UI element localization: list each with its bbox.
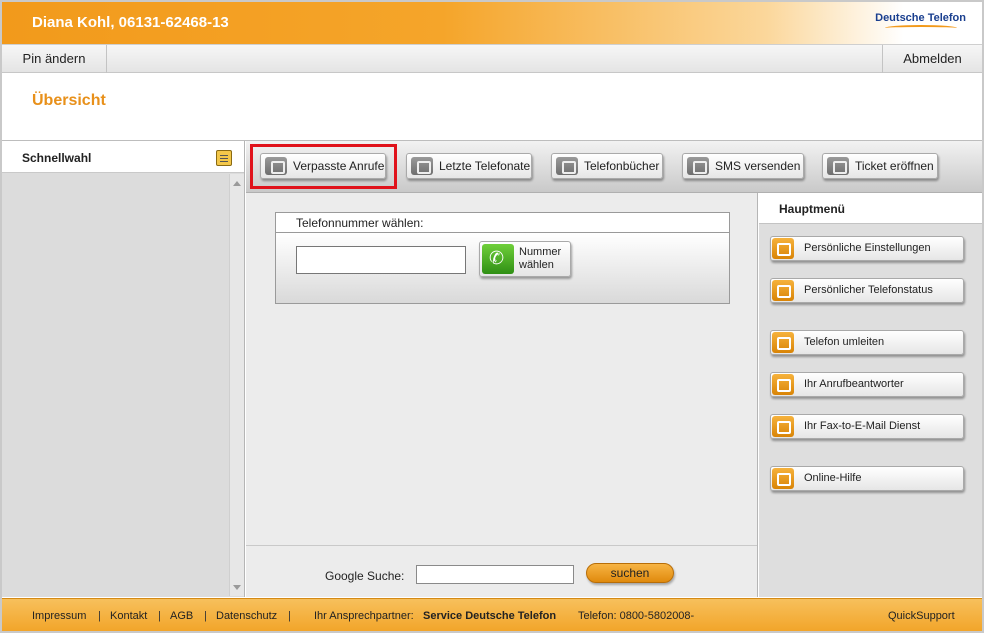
menu-voicemail[interactable]: Ihr Anrufbeantworter [770,372,964,397]
menu-item-label: Online-Hilfe [804,472,862,484]
main-content: Telefonnummer wählen: Nummerwählen Googl… [246,193,758,597]
main-menu-title: Hauptmenü [779,202,845,216]
menu-online-help[interactable]: Online-Hilfe [770,466,964,491]
redirect-icon [772,332,794,353]
recent-calls-button[interactable]: Letzte Telefonate [406,153,532,179]
dial-button-label: Nummer wählen [519,246,569,272]
footer-link-datenschutz[interactable]: Datenschutz [216,610,277,622]
phonebook-icon [556,157,578,175]
selection-highlight [250,144,397,189]
main-menu: Hauptmenü Persönliche Einstellungen Pers… [759,193,982,597]
dial-panel: Telefonnummer wählen: Nummerwählen [275,212,730,304]
brand-logo: Deutsche Telefon [875,12,966,31]
send-sms-label: SMS versenden [715,159,801,173]
footer-phone: Telefon: 0800-5802008- [578,610,695,622]
phone-status-icon [772,280,794,301]
voicemail-icon [772,374,794,395]
open-ticket-button[interactable]: Ticket eröffnen [822,153,938,179]
phone-number-input[interactable] [296,246,466,274]
phone-icon [482,244,514,274]
footer-separator: | [204,610,207,622]
footer-contact-label: Ihr Ansprechpartner: [314,610,414,622]
ticket-icon [827,157,849,175]
google-search-label: Google Suche: [325,569,405,583]
menu-phone-status[interactable]: Persönlicher Telefonstatus [770,278,964,303]
sms-icon [687,157,709,175]
logout-button[interactable]: Abmelden [882,45,982,73]
header-bar: Diana Kohl, 06131-62468-13 Deutsche Tele… [2,2,982,44]
main-menu-header: Hauptmenü [759,193,982,224]
sidebar-scrollbar[interactable] [229,174,244,596]
dial-heading: Telefonnummer wählen: [296,216,424,230]
dial-button-line2: wählen [519,259,554,271]
menu-item-label: Ihr Anrufbeantworter [804,378,904,390]
footer-link-agb[interactable]: AGB [170,610,193,622]
send-sms-button[interactable]: SMS versenden [682,153,804,179]
footer-bar: Impressum | Kontakt | AGB | Datenschutz … [2,598,982,631]
title-area: Übersicht [2,73,982,141]
app-frame: Diana Kohl, 06131-62468-13 Deutsche Tele… [0,0,984,633]
page-title: Übersicht [32,92,106,109]
menu-personal-settings[interactable]: Persönliche Einstellungen [770,236,964,261]
pin-change-button[interactable]: Pin ändern [2,45,107,73]
scroll-up-icon[interactable] [233,181,241,186]
settings-icon [772,238,794,259]
user-title: Diana Kohl, 06131-62468-13 [32,14,229,31]
dial-panel-header: Telefonnummer wählen: [276,213,729,233]
footer-separator: | [288,610,291,622]
google-search-row: Google Suche: suchen [246,545,757,597]
recent-calls-label: Letzte Telefonate [439,159,531,173]
google-search-button[interactable]: suchen [586,563,674,583]
footer-link-kontakt[interactable]: Kontakt [110,610,147,622]
open-ticket-label: Ticket eröffnen [855,159,934,173]
menu-item-label: Persönlicher Telefonstatus [804,284,933,296]
brand-swoosh-icon [884,25,957,31]
phonebooks-button[interactable]: Telefonbücher [551,153,663,179]
menu-item-label: Ihr Fax-to-E-Mail Dienst [804,420,921,432]
edit-note-icon[interactable] [216,150,232,166]
brand-name: Deutsche Telefon [875,12,966,24]
dial-number-button[interactable]: Nummerwählen [479,241,571,277]
speed-dial-sidebar: Schnellwahl [2,141,245,597]
quicksupport-link[interactable]: QuickSupport [888,610,955,622]
footer-link-impressum[interactable]: Impressum [32,610,86,622]
menu-item-label: Persönliche Einstellungen [804,242,931,254]
footer-contact-name: Service Deutsche Telefon [423,610,557,622]
scroll-down-icon[interactable] [233,585,241,590]
help-book-icon [772,468,794,489]
sidebar-title: Schnellwahl [22,151,92,165]
dial-panel-body: Nummerwählen [276,234,729,303]
google-search-input[interactable] [416,565,574,584]
top-toolbar: Pin ändern Abmelden [2,44,982,73]
footer-separator: | [158,610,161,622]
footer-separator: | [98,610,101,622]
menu-item-label: Telefon umleiten [804,336,885,348]
fax-mail-icon [772,416,794,437]
dial-button-line1: Nummer [519,246,562,258]
phonebooks-label: Telefonbücher [584,159,660,173]
menu-fax-to-email[interactable]: Ihr Fax-to-E-Mail Dienst [770,414,964,439]
recent-calls-icon [411,157,433,175]
sidebar-header: Schnellwahl [2,141,244,173]
menu-redirect-phone[interactable]: Telefon umleiten [770,330,964,355]
